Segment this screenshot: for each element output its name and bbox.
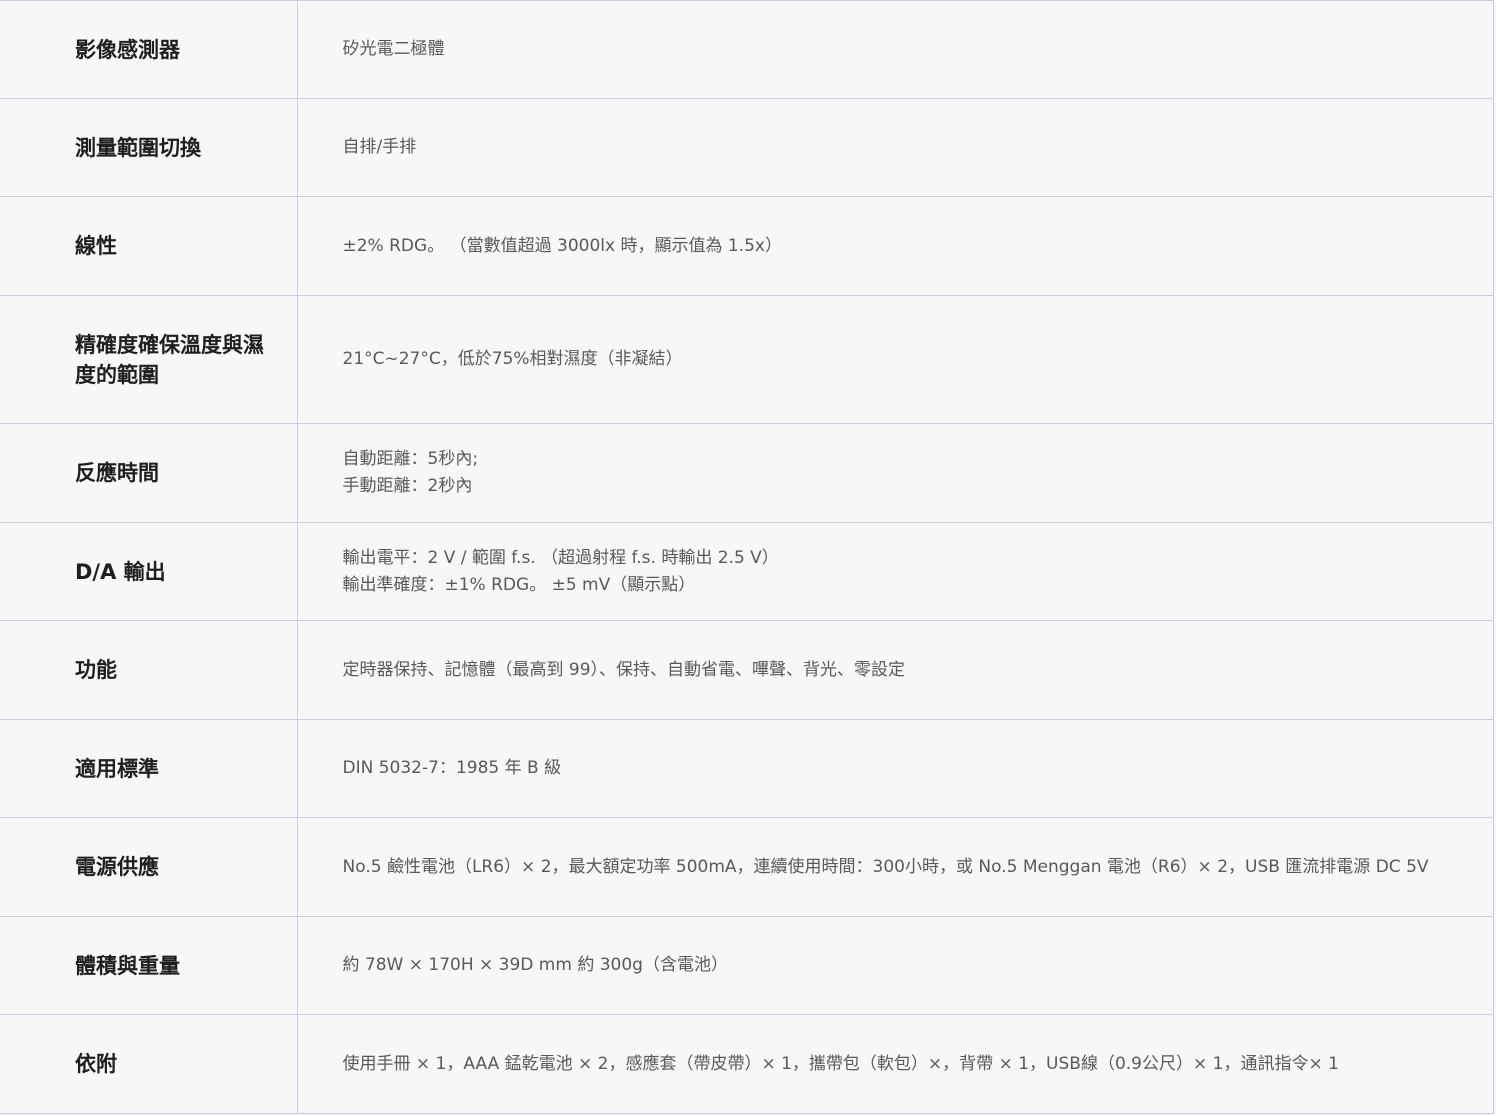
spec-label: 功能 <box>0 620 298 720</box>
spec-value: 自排/手排 <box>297 98 1494 197</box>
spec-value-line: 輸出準確度：±1% RDG。 ±5 mV（顯示點） <box>342 574 696 595</box>
spec-label: 適用標準 <box>0 719 298 818</box>
spec-row-image-sensor: 影像感測器 矽光電二極體 <box>0 0 1494 99</box>
spec-table: 影像感測器 矽光電二極體 測量範圍切換 自排/手排 線性 ±2% RDG。 （當… <box>0 0 1494 1114</box>
spec-label: 線性 <box>0 196 298 296</box>
spec-value-line: 定時器保持、記憶體（最高到 99）、保持、自動省電、嗶聲、背光、零設定 <box>342 659 906 680</box>
spec-value: No.5 鹼性電池（LR6）× 2，最大額定功率 500mA，連續使用時間：30… <box>297 817 1494 917</box>
spec-label: 反應時間 <box>0 423 298 523</box>
spec-value-line: 矽光電二極體 <box>342 39 445 59</box>
spec-value-line: No.5 鹼性電池（LR6）× 2，最大額定功率 500mA，連續使用時間：30… <box>342 856 1429 877</box>
spec-value-line: 使用手冊 × 1，AAA 錳乾電池 × 2，感應套（帶皮帶）× 1，攜帶包（軟包… <box>342 1053 1339 1074</box>
spec-row-size-weight: 體積與重量 約 78W × 170H × 39D mm 約 300g（含電池） <box>0 916 1494 1015</box>
spec-value-line: ±2% RDG。 （當數值超過 3000lx 時，顯示值為 1.5x） <box>342 235 782 256</box>
spec-row-da-output: D/A 輸出 輸出電平：2 V / 範圍 f.s. （超過射程 f.s. 時輸出… <box>0 522 1494 621</box>
spec-row-functions: 功能 定時器保持、記憶體（最高到 99）、保持、自動省電、嗶聲、背光、零設定 <box>0 620 1494 720</box>
spec-row-linearity: 線性 ±2% RDG。 （當數值超過 3000lx 時，顯示值為 1.5x） <box>0 196 1494 296</box>
spec-value: 21°C~27°C，低於75%相對濕度（非凝結） <box>297 295 1494 424</box>
spec-row-range-switch: 測量範圍切換 自排/手排 <box>0 98 1494 197</box>
spec-label: 精確度確保溫度與濕度的範圍 <box>0 295 298 424</box>
spec-row-response-time: 反應時間 自動距離：5秒內; 手動距離：2秒內 <box>0 423 1494 523</box>
spec-value: 約 78W × 170H × 39D mm 約 300g（含電池） <box>297 916 1494 1015</box>
spec-value: 使用手冊 × 1，AAA 錳乾電池 × 2，感應套（帶皮帶）× 1，攜帶包（軟包… <box>297 1014 1494 1114</box>
spec-value: DIN 5032-7：1985 年 B 級 <box>297 719 1494 818</box>
spec-row-accessories: 依附 使用手冊 × 1，AAA 錳乾電池 × 2，感應套（帶皮帶）× 1，攜帶包… <box>0 1014 1494 1114</box>
spec-value-line: 自排/手排 <box>342 137 417 157</box>
spec-value-line: 約 78W × 170H × 39D mm 約 300g（含電池） <box>342 955 728 975</box>
spec-value-line: DIN 5032-7：1985 年 B 級 <box>342 758 562 778</box>
spec-label: 體積與重量 <box>0 916 298 1015</box>
spec-value-line: 自動距離：5秒內; <box>342 449 479 469</box>
spec-label: 依附 <box>0 1014 298 1114</box>
spec-value: 定時器保持、記憶體（最高到 99）、保持、自動省電、嗶聲、背光、零設定 <box>297 620 1494 720</box>
spec-label: 影像感測器 <box>0 0 298 99</box>
spec-value: 自動距離：5秒內; 手動距離：2秒內 <box>297 423 1494 523</box>
spec-value-line: 手動距離：2秒內 <box>342 476 473 496</box>
spec-row-standard: 適用標準 DIN 5032-7：1985 年 B 級 <box>0 719 1494 818</box>
spec-row-accuracy-range: 精確度確保溫度與濕度的範圍 21°C~27°C，低於75%相對濕度（非凝結） <box>0 295 1494 424</box>
spec-label: 測量範圍切換 <box>0 98 298 197</box>
spec-value: ±2% RDG。 （當數值超過 3000lx 時，顯示值為 1.5x） <box>297 196 1494 296</box>
spec-value-line: 21°C~27°C，低於75%相對濕度（非凝結） <box>342 349 683 369</box>
spec-row-power-supply: 電源供應 No.5 鹼性電池（LR6）× 2，最大額定功率 500mA，連續使用… <box>0 817 1494 917</box>
spec-value: 輸出電平：2 V / 範圍 f.s. （超過射程 f.s. 時輸出 2.5 V）… <box>297 522 1494 621</box>
spec-label: 電源供應 <box>0 817 298 917</box>
spec-value-line: 輸出電平：2 V / 範圍 f.s. （超過射程 f.s. 時輸出 2.5 V） <box>342 547 779 568</box>
spec-value: 矽光電二極體 <box>297 0 1494 99</box>
spec-label: D/A 輸出 <box>0 522 298 621</box>
